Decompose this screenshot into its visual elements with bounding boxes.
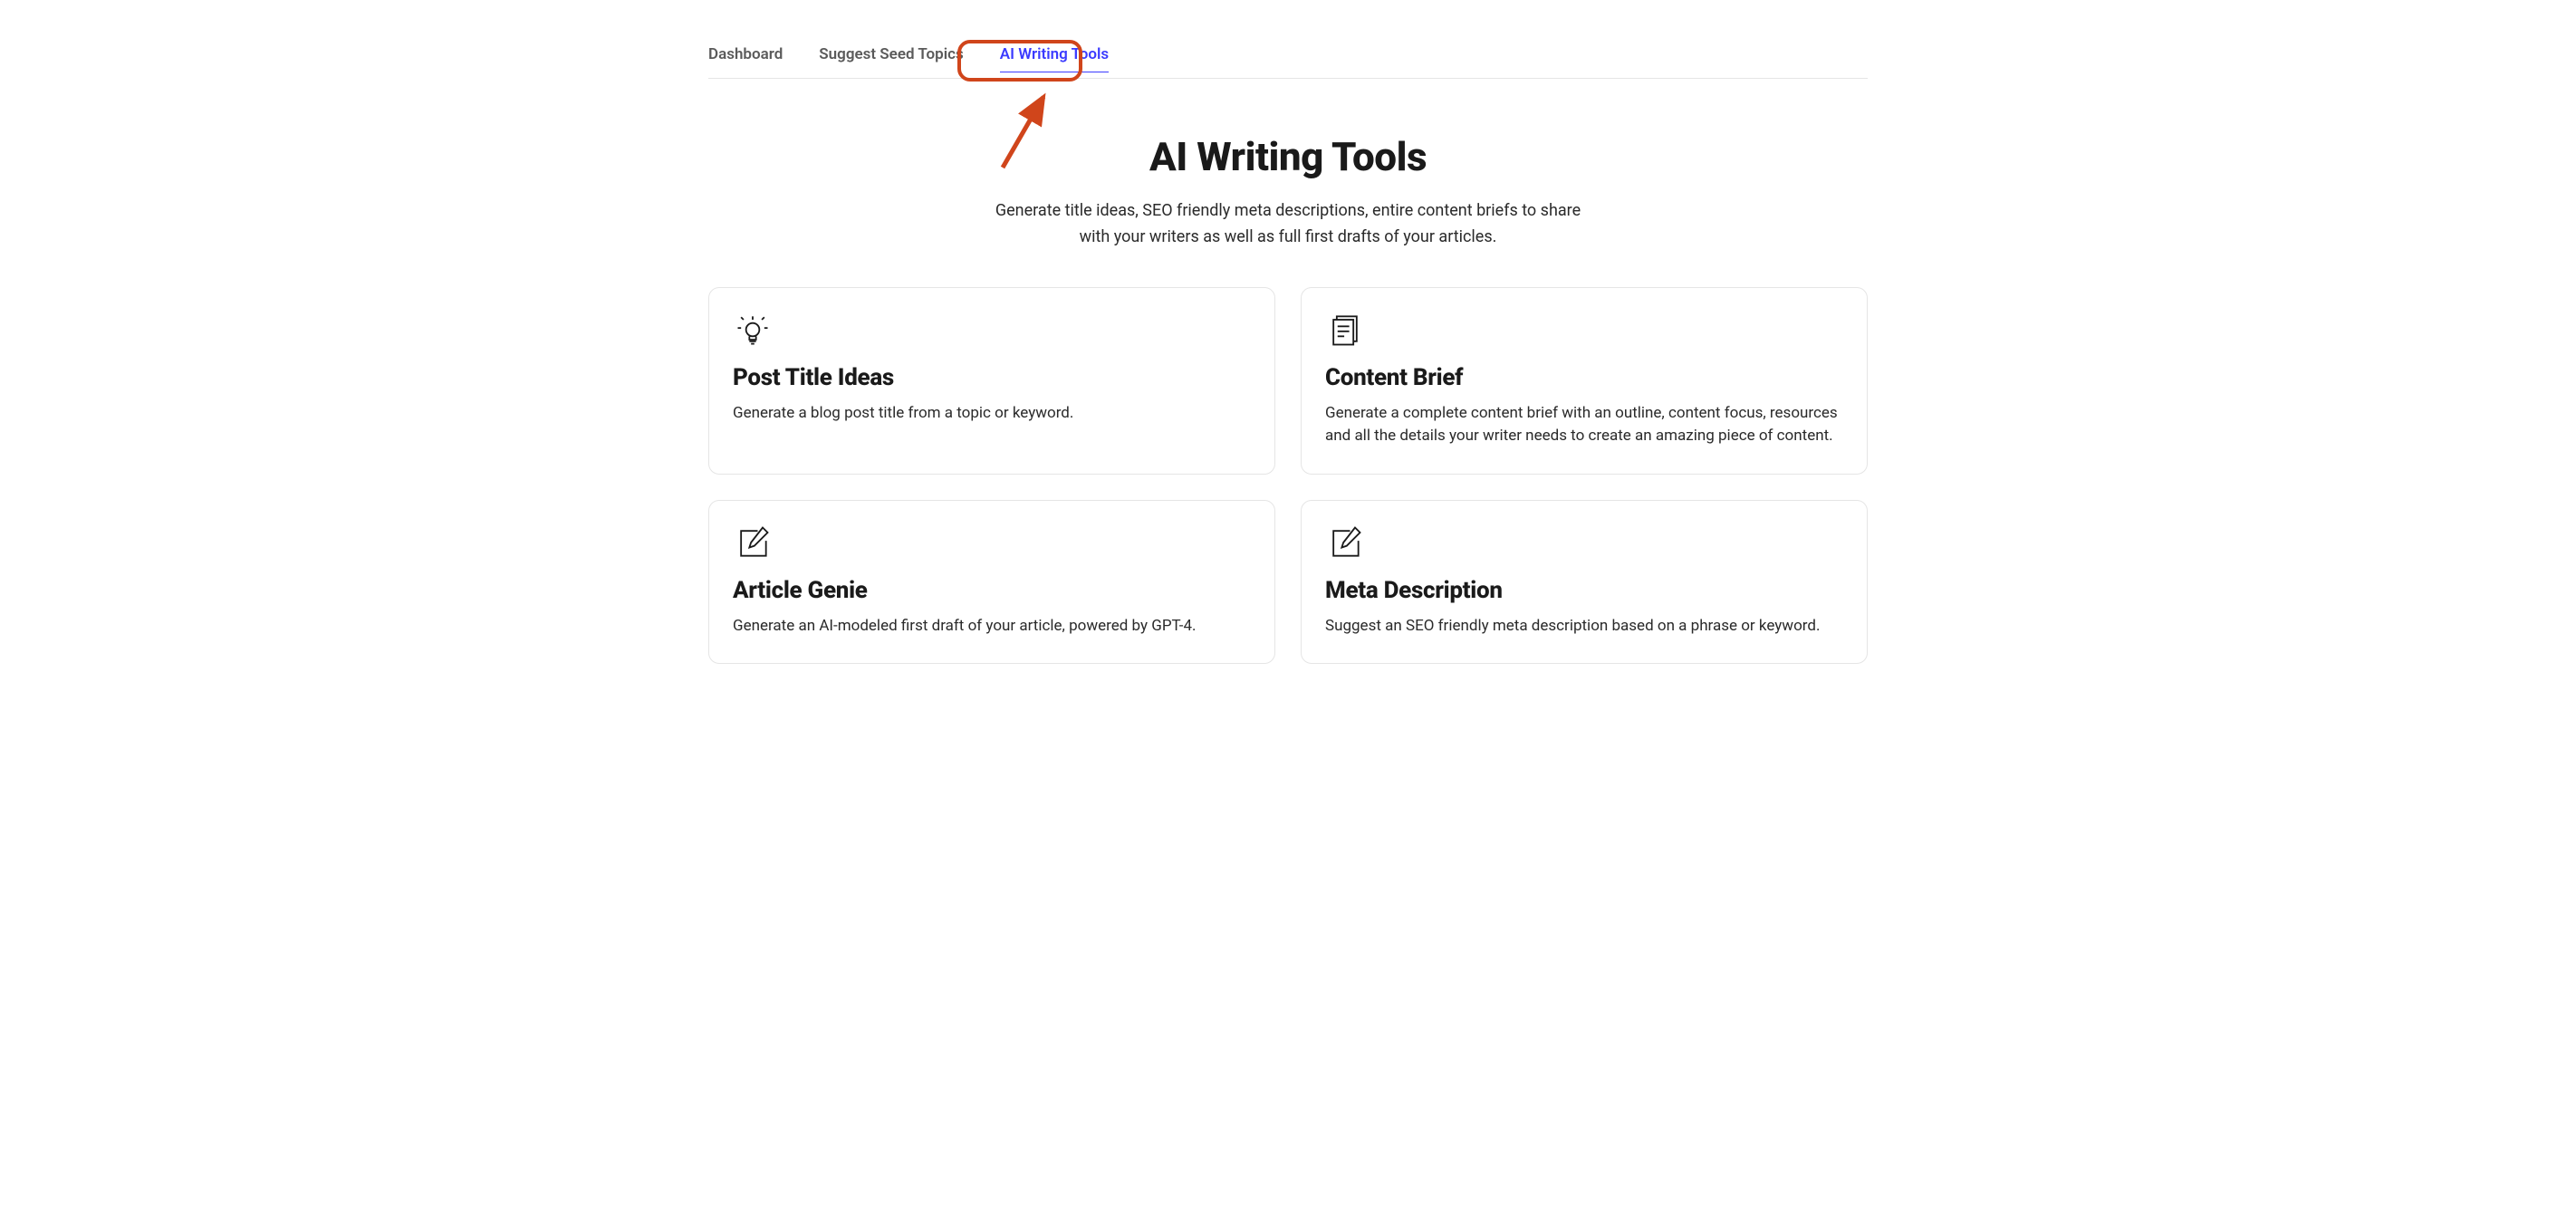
hero-section: AI Writing Tools Generate title ideas, S…	[708, 133, 1868, 251]
card-title: Meta Description	[1325, 577, 1843, 604]
card-description: Generate a complete content brief with a…	[1325, 402, 1843, 448]
document-icon	[1325, 310, 1365, 350]
card-title: Post Title Ideas	[733, 364, 1251, 391]
tab-ai-writing-tools[interactable]: AI Writing Tools	[1000, 45, 1109, 78]
lightbulb-icon	[733, 310, 773, 350]
page-subtitle: Generate title ideas, SEO friendly meta …	[994, 198, 1582, 251]
card-content-brief[interactable]: Content Brief Generate a complete conten…	[1301, 287, 1868, 475]
card-title: Article Genie	[733, 577, 1251, 604]
cards-grid: Post Title Ideas Generate a blog post ti…	[708, 287, 1868, 665]
page-title: AI Writing Tools	[708, 133, 1868, 180]
tabs-nav: Dashboard Suggest Seed Topics AI Writing…	[708, 0, 1868, 79]
card-description: Generate a blog post title from a topic …	[733, 402, 1251, 426]
card-description: Suggest an SEO friendly meta description…	[1325, 615, 1843, 639]
card-meta-description[interactable]: Meta Description Suggest an SEO friendly…	[1301, 500, 1868, 665]
card-description: Generate an AI-modeled first draft of yo…	[733, 615, 1251, 639]
pencil-square-icon	[1325, 523, 1365, 562]
tab-dashboard[interactable]: Dashboard	[708, 45, 783, 78]
card-title: Content Brief	[1325, 364, 1843, 391]
pencil-square-icon	[733, 523, 773, 562]
card-post-title-ideas[interactable]: Post Title Ideas Generate a blog post ti…	[708, 287, 1275, 475]
tab-suggest-seed-topics[interactable]: Suggest Seed Topics	[819, 45, 963, 78]
card-article-genie[interactable]: Article Genie Generate an AI-modeled fir…	[708, 500, 1275, 665]
